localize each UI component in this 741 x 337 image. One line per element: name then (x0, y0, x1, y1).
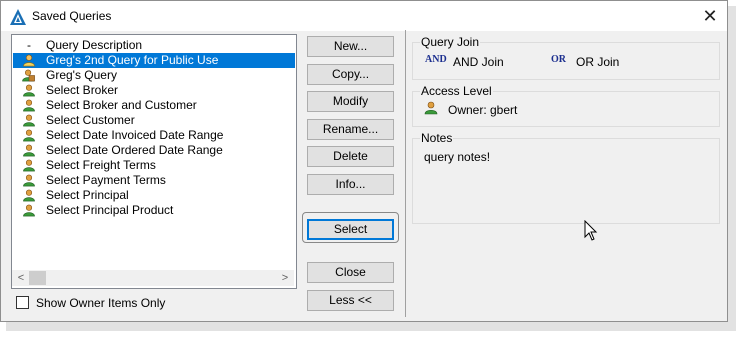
notes-text: query notes! (424, 150, 491, 164)
title-bar[interactable]: Saved Queries ✕ (1, 1, 727, 31)
list-item-label: Select Date Ordered Date Range (46, 143, 223, 157)
user-icon (23, 204, 35, 217)
list-item[interactable]: Select Broker (13, 83, 295, 98)
less-button[interactable]: Less << (307, 290, 394, 311)
owner-value: Owner: gbert (448, 103, 518, 117)
close-button[interactable]: Close (307, 262, 394, 283)
list-item-label: Select Customer (46, 113, 135, 127)
show-owner-items-label: Show Owner Items Only (36, 296, 166, 310)
owner-icon (424, 101, 438, 115)
list-item-label: Select Freight Terms (46, 158, 156, 172)
show-owner-items-checkbox[interactable] (16, 296, 29, 309)
list-item-label: Greg's Query (46, 68, 117, 82)
list-item-label: Select Broker (46, 83, 119, 97)
list-item[interactable]: Select Date Ordered Date Range (13, 143, 295, 158)
or-join-icon[interactable]: OR (551, 54, 566, 70)
scroll-right-icon[interactable]: > (277, 270, 293, 286)
scrollbar-thumb[interactable] (29, 271, 46, 285)
user-lock-icon (22, 69, 35, 82)
user-icon (23, 114, 35, 127)
list-item-label: Select Principal (46, 188, 129, 202)
user-icon (23, 174, 35, 187)
query-list[interactable]: - Query Description Greg's 2nd Query for… (11, 34, 297, 289)
close-icon[interactable]: ✕ (697, 4, 723, 28)
rename-button[interactable]: Rename... (307, 119, 394, 140)
user-icon (23, 189, 35, 202)
user-icon (23, 159, 35, 172)
copy-button[interactable]: Copy... (307, 64, 394, 85)
list-item[interactable]: Select Payment Terms (13, 173, 295, 188)
list-item[interactable]: Select Date Invoiced Date Range (13, 128, 295, 143)
list-item-label: Select Payment Terms (46, 173, 166, 187)
notes-label: Notes (420, 131, 454, 145)
user-icon (23, 84, 35, 97)
list-item-label: Greg's 2nd Query for Public Use (46, 53, 219, 67)
app-logo-icon (10, 9, 26, 25)
list-header[interactable]: - Query Description (13, 38, 295, 53)
scroll-left-icon[interactable]: < (13, 270, 29, 286)
list-item[interactable]: Select Principal Product (13, 203, 295, 218)
or-join-option[interactable]: OR Join (576, 55, 619, 69)
list-item[interactable]: Greg's 2nd Query for Public Use (13, 53, 295, 68)
access-level-label: Access Level (420, 84, 493, 98)
user-public-icon (23, 54, 35, 67)
list-item[interactable]: Select Broker and Customer (13, 98, 295, 113)
query-join-label: Query Join (420, 35, 481, 49)
mouse-pointer-icon (584, 220, 598, 241)
column-header-query-description: Query Description (46, 38, 143, 52)
window-title: Saved Queries (32, 9, 112, 23)
user-icon (23, 144, 35, 157)
delete-button[interactable]: Delete (307, 146, 394, 167)
and-join-option[interactable]: AND Join (453, 55, 504, 69)
list-item[interactable]: Select Freight Terms (13, 158, 295, 173)
list-item[interactable]: Greg's Query (13, 68, 295, 83)
and-join-icon[interactable]: AND (425, 54, 447, 70)
sort-marker: - (27, 38, 31, 52)
select-button[interactable]: Select (307, 219, 394, 240)
user-icon (23, 129, 35, 142)
panel-divider (405, 30, 406, 317)
list-item[interactable]: Select Principal (13, 188, 295, 203)
list-item-label: Select Principal Product (46, 203, 174, 217)
new-button[interactable]: New... (307, 36, 394, 57)
horizontal-scrollbar[interactable]: < > (12, 270, 294, 286)
info-button[interactable]: Info... (307, 174, 394, 195)
user-icon (23, 99, 35, 112)
list-item[interactable]: Select Customer (13, 113, 295, 128)
list-item-label: Select Broker and Customer (46, 98, 197, 112)
list-item-label: Select Date Invoiced Date Range (46, 128, 224, 142)
modify-button[interactable]: Modify (307, 91, 394, 112)
